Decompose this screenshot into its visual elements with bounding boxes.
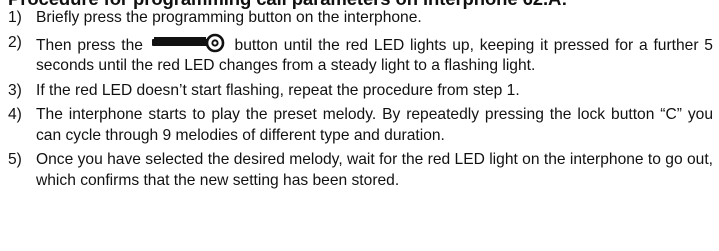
manual-page: Procedure for programming call parameter… — [0, 0, 719, 251]
step-number: 1) — [8, 9, 22, 26]
step-number: 4) — [8, 106, 22, 123]
step-5: 5) Once you have selected the desired me… — [8, 150, 713, 191]
step-text: Briefly press the programming button on … — [36, 9, 422, 26]
step-text: Then press the button until the red LED … — [36, 33, 713, 77]
step-2: 2) Then press the button until the red L… — [8, 33, 713, 77]
step-text-before-icon: Then press the — [36, 36, 143, 54]
step-number: 5) — [8, 151, 22, 168]
procedure-steps: 1) Briefly press the programming button … — [8, 8, 713, 191]
step-text: If the red LED doesn’t start flashing, r… — [36, 81, 520, 99]
step-number: 3) — [8, 81, 22, 99]
step-text: Once you have selected the desired melod… — [36, 151, 713, 189]
step-1: 1) Briefly press the programming button … — [8, 8, 713, 29]
step-text: The interphone starts to play the preset… — [36, 106, 713, 144]
key-button-icon — [151, 33, 225, 52]
step-4: 4) The interphone starts to play the pre… — [8, 105, 713, 146]
step-number: 2) — [8, 33, 22, 51]
step-3: 3) If the red LED doesn’t start flashing… — [8, 81, 713, 102]
